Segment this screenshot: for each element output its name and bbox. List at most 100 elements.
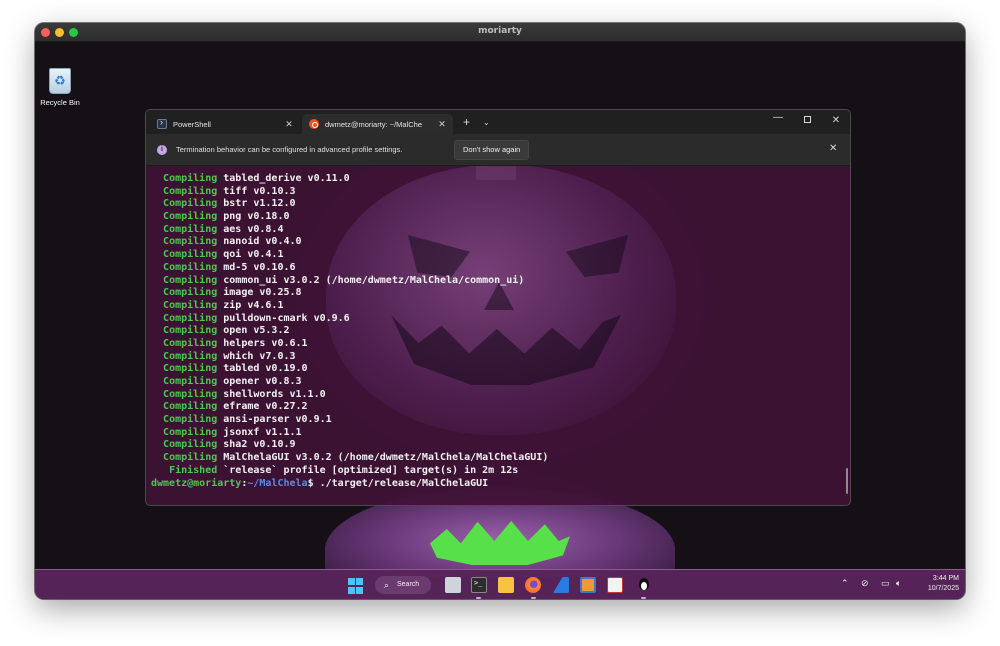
close-icon[interactable]: ✕ — [282, 119, 296, 130]
clock-date: 10/7/2025 — [927, 585, 959, 592]
terminal-icon[interactable] — [471, 577, 487, 593]
linux-icon[interactable] — [636, 577, 652, 593]
file-explorer-icon[interactable] — [498, 577, 514, 593]
tab-powershell[interactable]: PowerShell ✕ — [150, 114, 300, 134]
console-text: opener v0.8.3 — [217, 376, 302, 387]
close-icon[interactable]: ✕ — [435, 119, 449, 130]
terminal-output[interactable]: Compiling tabled_derive v0.11.0 Compilin… — [146, 167, 850, 505]
console-line: Compiling sha2 v0.10.9 — [151, 439, 850, 452]
console-text: shellwords v1.1.0 — [217, 388, 326, 400]
recycle-bin[interactable]: Recycle Bin — [39, 68, 81, 107]
console-text: zip v4.6.1 — [217, 299, 284, 311]
console-text: md-5 v0.10.6 — [217, 261, 296, 273]
console-keyword: Compiling — [163, 236, 218, 248]
console-line: Compiling which v7.0.3 — [151, 350, 850, 364]
dont-show-again-button[interactable]: Don't show again — [454, 140, 530, 160]
console-line: Compiling opener v0.8.3 — [151, 376, 850, 389]
chevron-down-icon[interactable]: ⌄ — [483, 118, 490, 127]
console-text: tiff v0.10.3 — [217, 185, 296, 197]
tab-ubuntu[interactable]: dwmetz@moriarty: ~/MalChe ✕ — [302, 114, 453, 134]
console-line: Finished `release` profile [optimized] t… — [151, 464, 850, 478]
firefox-icon[interactable] — [525, 577, 541, 593]
window-title: moriarty — [478, 26, 522, 36]
speaker-icon[interactable]: 🔈︎ — [896, 578, 901, 589]
prompt-command: ./target/release/MalChelaGUI — [313, 477, 489, 489]
console-keyword: Compiling — [163, 249, 218, 261]
chevron-up-icon[interactable]: ⌃ — [841, 578, 849, 589]
console-line: Compiling tabled_derive v0.11.0 — [151, 173, 850, 186]
minimize-button[interactable]: — — [771, 112, 785, 123]
mac-titlebar[interactable]: moriarty — [35, 23, 965, 42]
console-keyword: Compiling — [163, 211, 218, 223]
console-keyword: Compiling — [163, 439, 218, 451]
console-line: Compiling png v0.18.0 — [151, 211, 850, 224]
console-text: qoi v0.4.1 — [217, 249, 284, 261]
console-line: Compiling qoi v0.4.1 — [151, 249, 850, 262]
file-manager-icon[interactable] — [445, 577, 461, 593]
console-keyword: Compiling — [163, 325, 218, 337]
console-text: common_ui v3.0.2 (/home/dwmetz/MalChela/… — [217, 274, 525, 286]
tab-title: dwmetz@moriarty: ~/MalChe — [325, 119, 423, 129]
close-button[interactable]: ✕ — [829, 115, 843, 126]
recycle-bin-icon[interactable] — [49, 68, 71, 94]
info-bar: i Termination behavior can be configured… — [146, 134, 850, 166]
search-icon: ⌕ — [384, 580, 390, 590]
console-text: tabled_derive v0.11.0 — [217, 173, 350, 184]
console-text: ansi-parser v0.9.1 — [217, 414, 332, 426]
console-line: Compiling MalChelaGUI v3.0.2 (/home/dwme… — [151, 452, 850, 465]
running-indicator — [531, 597, 536, 599]
search-label: Search — [397, 581, 420, 588]
console-text: png v0.18.0 — [217, 211, 290, 223]
console-line: Compiling helpers v0.6.1 — [151, 337, 850, 351]
prompt-line[interactable]: dwmetz@moriarty:~/MalChela$ ./target/rel… — [151, 477, 850, 491]
console-line: Compiling common_ui v3.0.2 (/home/dwmetz… — [151, 274, 850, 288]
console-keyword: Compiling — [163, 337, 218, 349]
app-icon[interactable] — [580, 577, 596, 593]
clock[interactable]: 3:44 PM 10/7/2025 — [915, 574, 959, 594]
search-button[interactable]: ⌕ Search — [375, 576, 431, 594]
console-line: Compiling ansi-parser v0.9.1 — [151, 414, 850, 427]
console-keyword: Compiling — [163, 414, 218, 426]
console-keyword: Compiling — [163, 376, 218, 387]
console-text: bstr v1.12.0 — [217, 198, 296, 210]
terminal-window: PowerShell ✕ dwmetz@moriarty: ~/MalChe ✕… — [145, 109, 851, 506]
app-icon[interactable] — [607, 577, 623, 593]
display-icon[interactable]: ▭ — [881, 578, 890, 589]
console-line: Compiling eframe v0.27.2 — [151, 401, 850, 414]
console-line: Compiling image v0.25.8 — [151, 287, 850, 300]
console-text: open v5.3.2 — [217, 325, 290, 337]
console-keyword: Finished — [163, 464, 218, 476]
close-icon[interactable]: ✕ — [829, 143, 837, 154]
console-text: MalChelaGUI v3.0.2 (/home/dwmetz/MalChel… — [217, 452, 549, 464]
console-line: Compiling aes v0.8.4 — [151, 223, 850, 237]
console-keyword: Compiling — [163, 261, 218, 273]
console-keyword: Compiling — [163, 401, 218, 413]
recycle-bin-label: Recycle Bin — [40, 98, 80, 107]
scrollbar[interactable] — [846, 468, 848, 494]
network-icon[interactable]: ⊘ — [861, 578, 869, 589]
taskbar: ⌕ Search ⌃ ⊘ ▭ 🔈︎ 3:44 PM 10/7/2025 — [35, 569, 965, 599]
new-tab-button[interactable]: + — [463, 116, 470, 128]
console-keyword: Compiling — [163, 274, 218, 286]
console-text: which v7.0.3 — [217, 350, 296, 362]
console-text: pulldown-cmark v0.9.6 — [217, 312, 350, 324]
console-text: aes v0.8.4 — [217, 223, 284, 235]
console-line: Compiling open v5.3.2 — [151, 325, 850, 338]
maximize-button[interactable] — [800, 115, 814, 126]
console-keyword: Compiling — [163, 312, 218, 324]
console-keyword: Compiling — [163, 299, 218, 311]
console-keyword: Compiling — [163, 388, 218, 400]
start-icon[interactable] — [348, 578, 364, 594]
console-keyword: Compiling — [163, 350, 218, 362]
app-icon[interactable] — [553, 577, 569, 593]
maximize-icon — [803, 116, 811, 123]
console-text: eframe v0.27.2 — [217, 401, 308, 413]
console-text: jsonxf v1.1.1 — [217, 426, 302, 438]
console-text: image v0.25.8 — [217, 287, 302, 299]
prompt-user: dwmetz@moriarty — [151, 477, 242, 489]
prompt-path: ~/MalChela — [247, 477, 308, 489]
tab-title: PowerShell — [173, 119, 211, 129]
clock-time: 3:44 PM — [932, 575, 959, 582]
running-indicator — [476, 597, 481, 599]
tab-bar: PowerShell ✕ dwmetz@moriarty: ~/MalChe ✕… — [146, 110, 850, 134]
